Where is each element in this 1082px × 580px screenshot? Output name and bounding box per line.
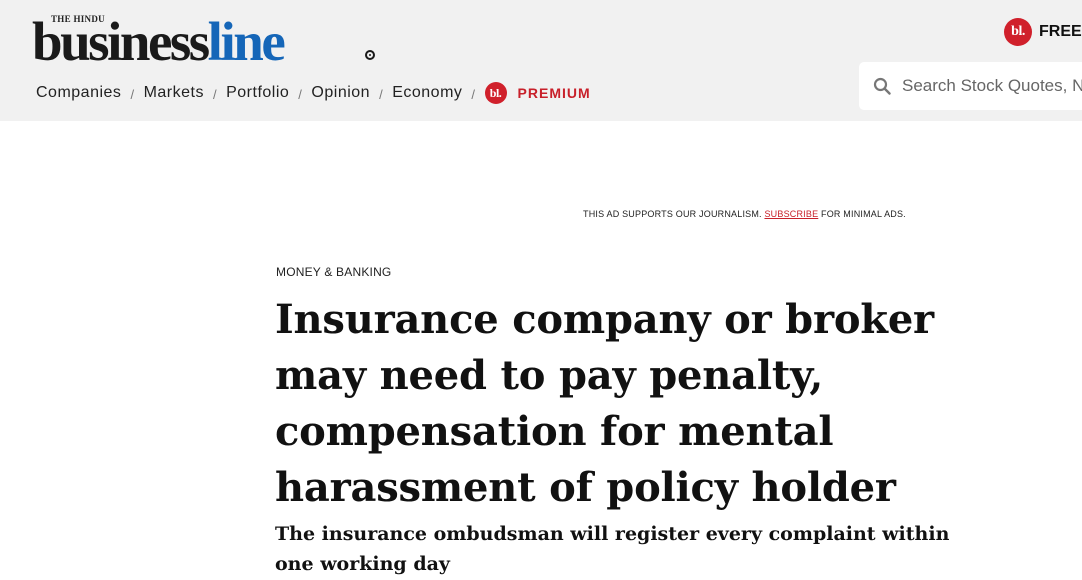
logo-word-line: line	[207, 11, 286, 72]
nav-item-portfolio[interactable]: Portfolio	[226, 84, 289, 102]
logo-wordmark: businessline	[32, 14, 286, 69]
article-subhead: The insurance ombudsman will register ev…	[275, 523, 950, 575]
ad-note-text-end: FOR MINIMAL ADS.	[818, 209, 906, 219]
stock-search-input[interactable]	[902, 76, 1082, 96]
nav-separator: /	[298, 87, 303, 102]
nav-item-premium[interactable]: PREMIUM	[518, 85, 591, 101]
bl-logo-icon: bl.	[1004, 18, 1032, 46]
subscribe-link[interactable]: SUBSCRIBE	[764, 209, 818, 219]
article-headline: Insurance company or broker may need to …	[275, 296, 934, 511]
free-subscription-link[interactable]: bl. FREE	[1004, 18, 1082, 46]
nav-separator: /	[471, 87, 476, 102]
search-icon	[873, 77, 891, 95]
logo-dot-icon	[365, 50, 375, 60]
ad-support-note: THIS AD SUPPORTS OUR JOURNALISM. SUBSCRI…	[583, 209, 906, 219]
nav-separator: /	[379, 87, 384, 102]
nav-item-markets[interactable]: Markets	[144, 84, 204, 102]
stock-search-box[interactable]	[859, 62, 1082, 110]
nav-item-opinion[interactable]: Opinion	[311, 84, 370, 102]
ad-note-text: THIS AD SUPPORTS OUR JOURNALISM.	[583, 209, 765, 219]
nav-separator: /	[212, 87, 218, 102]
nav-item-companies[interactable]: Companies	[36, 84, 121, 102]
nav-separator: /	[130, 87, 135, 102]
nav-item-economy[interactable]: Economy	[392, 84, 462, 102]
bl-premium-logo-icon[interactable]: bl.	[484, 82, 507, 104]
businessline-logo[interactable]: THE HINDU businessline	[32, 14, 382, 69]
section-label[interactable]: MONEY & BANKING	[276, 265, 391, 279]
main-nav: Companies / Markets / Portfolio / Opinio…	[36, 82, 591, 104]
free-label: FREE	[1039, 23, 1082, 40]
site-header: THE HINDU businessline Companies / Marke…	[0, 0, 1082, 121]
logo-word-business: business	[32, 11, 210, 72]
